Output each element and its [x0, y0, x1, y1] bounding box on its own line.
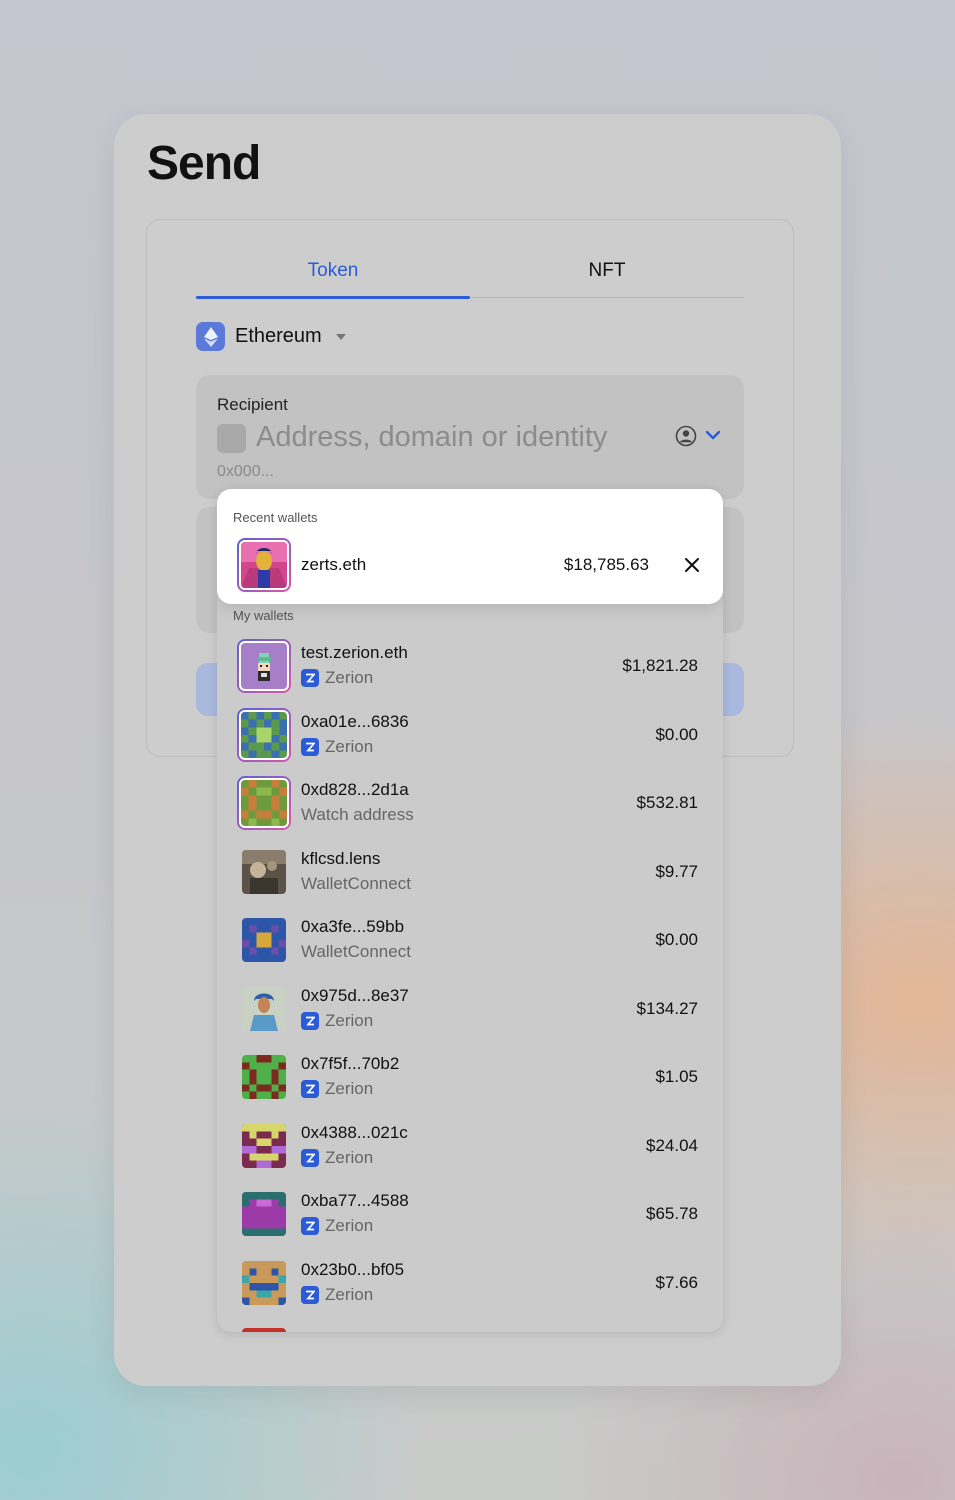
avatar: [237, 639, 291, 693]
wallet-value: $7.66: [655, 1273, 698, 1292]
wallet-source: WalletConnect: [301, 874, 411, 893]
recipient-label: Recipient: [217, 395, 288, 414]
avatar: [237, 708, 291, 762]
wallet-dropdown: Recent wallets zerts.eth $18,785.63 My w…: [217, 489, 723, 1332]
tab-nft[interactable]: NFT: [470, 250, 744, 297]
recipient-field[interactable]: Recipient Address, domain or identity 0x…: [196, 375, 744, 499]
wallet-row[interactable]: kflcsd.lens WalletConnect $9.77: [217, 838, 723, 906]
wallet-row[interactable]: 0x975d...8e37 Zerion $134.27: [217, 975, 723, 1043]
network-label: Ethereum: [235, 325, 322, 347]
wallet-value: $1.05: [655, 1067, 698, 1086]
wallet-row[interactable]: 0xa01e...6836 Zerion $0.00: [217, 701, 723, 769]
wallet-name: 0xa01e...6836: [301, 712, 409, 731]
zerion-icon: [301, 669, 319, 687]
wallet-name: kflcsd.lens: [301, 849, 381, 868]
wallet-value: $0.00: [655, 725, 698, 744]
tab-token[interactable]: Token: [196, 250, 470, 299]
wallet-source: Zerion: [301, 737, 373, 757]
caret-down-icon: [335, 333, 346, 340]
wallet-value: $134.27: [636, 999, 698, 1018]
wallet-source: Zerion: [301, 1148, 373, 1168]
zerion-icon: [301, 1149, 319, 1167]
page-title: Send: [147, 137, 261, 190]
zerion-icon: [301, 1286, 319, 1304]
avatar: [242, 1261, 286, 1305]
avatar: [242, 1192, 286, 1236]
wallet-value: $65.78: [646, 1204, 698, 1223]
wallet-row[interactable]: 0xba77...4588 Zerion $65.78: [217, 1180, 723, 1248]
wallet-row[interactable]: 0x7f5f...70b2 Zerion $1.05: [217, 1043, 723, 1111]
zerion-icon: [301, 738, 319, 756]
wallet-value: $1,821.28: [622, 656, 698, 675]
wallet-row[interactable]: 0xa3fe...59bb WalletConnect $0.00: [217, 906, 723, 974]
wallet-name: 0x7f5f...70b2: [301, 1054, 400, 1073]
recipient-hint: 0x000...: [217, 463, 274, 480]
wallet-value: $18,785.63: [563, 555, 649, 574]
avatar: [242, 1055, 286, 1099]
wallet-row[interactable]: 0xd828...2d1a Watch address $532.81: [217, 769, 723, 837]
wallet-name: test.zerion.eth: [301, 643, 408, 662]
wallet-value: $24.04: [646, 1136, 698, 1155]
recipient-avatar-placeholder: [217, 424, 246, 453]
wallet-row[interactable]: test.zerion.eth Zerion $1,821.28: [217, 632, 723, 700]
wallet-source: WalletConnect: [301, 942, 411, 961]
zerion-icon: [301, 1080, 319, 1098]
wallet-source: Zerion: [301, 1285, 373, 1305]
wallet-source: Zerion: [301, 668, 373, 688]
wallet-row[interactable]: 0x4388...021c Zerion $24.04: [217, 1112, 723, 1180]
wallet-source: Zerion: [301, 1011, 373, 1031]
ethereum-icon: [196, 322, 225, 351]
wallet-name: 0x4388...021c: [301, 1123, 408, 1142]
wallet-name: 0x23b0...bf05: [301, 1260, 405, 1279]
wallet-value: $9.77: [655, 862, 698, 881]
avatar: [242, 1124, 286, 1168]
zerion-icon: [301, 1012, 319, 1030]
recent-wallets-panel: Recent wallets zerts.eth $18,785.63: [217, 489, 723, 604]
contact-icon[interactable]: [675, 425, 697, 447]
wallet-source: Zerion: [301, 1079, 373, 1099]
zerion-icon: [301, 1217, 319, 1235]
close-icon[interactable]: [683, 556, 701, 574]
wallet-name: 0xa3fe...59bb: [301, 917, 405, 936]
chevron-down-icon[interactable]: [705, 429, 721, 441]
wallet-source: Watch address: [301, 805, 414, 824]
wallet-name: 0xd828...2d1a: [301, 780, 409, 799]
avatar: [237, 776, 291, 830]
recipient-input[interactable]: Address, domain or identity: [256, 421, 607, 454]
network-selector[interactable]: Ethereum: [196, 322, 346, 351]
avatar: [242, 987, 286, 1031]
recent-wallet-row[interactable]: zerts.eth $18,785.63: [217, 531, 723, 599]
wallet-name: zerts.eth: [301, 555, 367, 574]
wallet-value: $532.81: [636, 793, 698, 812]
wallet-value: $0.00: [655, 930, 698, 949]
wallet-name: 0xba77...4588: [301, 1191, 409, 1210]
avatar: [237, 538, 291, 592]
wallet-name: 0x975d...8e37: [301, 986, 409, 1005]
wallet-row[interactable]: 0x23b0...bf05 Zerion $7.66: [217, 1249, 723, 1317]
avatar: [242, 850, 286, 894]
tab-bar: Token NFT: [196, 250, 744, 299]
wallet-source: Zerion: [301, 1216, 373, 1236]
recent-wallets-label: Recent wallets: [233, 510, 318, 525]
avatar: [242, 1328, 286, 1332]
my-wallets-label: My wallets: [233, 608, 294, 623]
avatar: [242, 918, 286, 962]
